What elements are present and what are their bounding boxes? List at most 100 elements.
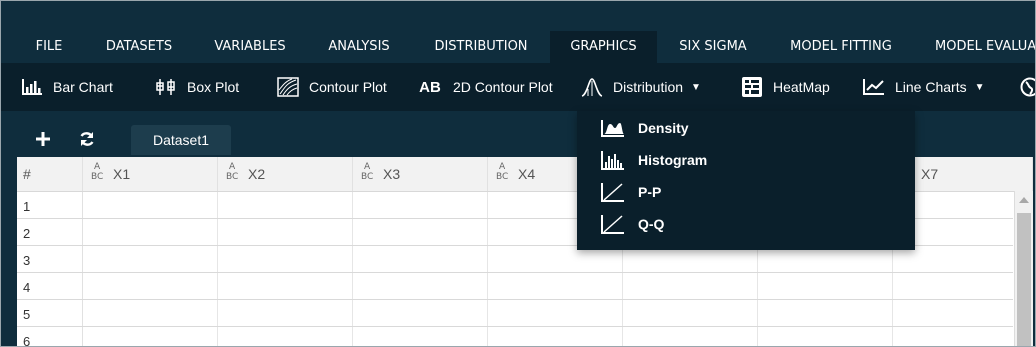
app-window: FILE DATASETS VARIABLES ANALYSIS DISTRIB… xyxy=(1,1,1035,346)
box-plot-icon xyxy=(155,76,177,98)
row-number: 2 xyxy=(17,219,83,245)
column-label: X2 xyxy=(248,166,266,182)
text-type-icon: A BC xyxy=(496,158,514,192)
text-type-icon: A BC xyxy=(91,158,109,192)
table-cell[interactable] xyxy=(218,192,353,218)
table-cell[interactable] xyxy=(758,273,893,299)
table-cell[interactable] xyxy=(623,327,758,346)
2d-contour-icon: AB xyxy=(419,78,441,96)
more-charts-button[interactable] xyxy=(1019,63,1035,111)
table-cell[interactable] xyxy=(83,273,218,299)
table-cell[interactable] xyxy=(353,246,488,272)
table-cell[interactable] xyxy=(623,273,758,299)
svg-text:A: A xyxy=(499,162,506,172)
pp-plot-icon xyxy=(601,181,625,203)
row-number: 6 xyxy=(17,327,83,346)
bar-chart-button[interactable]: Bar Chart xyxy=(21,63,113,111)
table-cell[interactable] xyxy=(83,192,218,218)
table-cell[interactable] xyxy=(83,300,218,326)
row-number-header: # xyxy=(17,157,83,191)
table-cell[interactable] xyxy=(218,300,353,326)
globe-icon xyxy=(1019,76,1035,98)
svg-text:BC: BC xyxy=(361,172,373,180)
table-row: 6 xyxy=(17,327,1013,346)
graphics-toolbar: Bar Chart Box Plot Contour Plot AB 2D Co… xyxy=(1,63,1035,111)
table-cell[interactable] xyxy=(83,219,218,245)
contour-plot-button[interactable]: Contour Plot xyxy=(277,63,387,111)
table-cell[interactable] xyxy=(353,327,488,346)
column-header-x2[interactable]: A BC X2 xyxy=(218,157,353,191)
line-charts-button[interactable]: Line Charts ▼ xyxy=(863,63,985,111)
heatmap-icon xyxy=(741,76,763,98)
top-menu-bar: FILE DATASETS VARIABLES ANALYSIS DISTRIB… xyxy=(1,31,1035,63)
menu-item-label: Histogram xyxy=(638,152,708,168)
table-cell[interactable] xyxy=(488,327,623,346)
menu-item-pp[interactable]: P-P xyxy=(601,178,661,206)
column-label: X7 xyxy=(921,166,939,182)
table-cell[interactable] xyxy=(353,273,488,299)
refresh-button[interactable] xyxy=(67,125,107,153)
svg-text:A: A xyxy=(229,162,236,172)
contour-plot-label: Contour Plot xyxy=(309,79,387,95)
menu-item-label: P-P xyxy=(638,184,662,200)
box-plot-button[interactable]: Box Plot xyxy=(155,63,239,111)
distribution-label: Distribution xyxy=(613,79,684,95)
bar-chart-icon xyxy=(21,76,43,98)
table-row: 3 xyxy=(17,246,1013,273)
distribution-dropdown-menu: Density Histogram P-P Q-Q xyxy=(577,111,915,250)
menu-variables[interactable]: VARIABLES xyxy=(201,31,299,63)
heatmap-label: HeatMap xyxy=(773,79,830,95)
row-number: 5 xyxy=(17,300,83,326)
table-cell[interactable] xyxy=(218,219,353,245)
menu-six-sigma[interactable]: SIX SIGMA xyxy=(665,31,761,63)
distribution-button[interactable]: Distribution ▼ xyxy=(581,63,701,111)
table-cell[interactable] xyxy=(218,246,353,272)
table-cell[interactable] xyxy=(218,273,353,299)
table-cell[interactable] xyxy=(83,246,218,272)
menu-datasets[interactable]: DATASETS xyxy=(93,31,185,63)
plus-icon xyxy=(36,132,50,146)
menu-item-density[interactable]: Density xyxy=(601,114,689,142)
tab-dataset1[interactable]: Dataset1 xyxy=(131,125,231,155)
heatmap-button[interactable]: HeatMap xyxy=(741,63,830,111)
menu-item-qq[interactable]: Q-Q xyxy=(601,210,664,238)
table-cell[interactable] xyxy=(488,300,623,326)
column-label: X1 xyxy=(113,166,131,182)
menu-item-label: Q-Q xyxy=(638,216,665,232)
menu-model-fitting[interactable]: MODEL FITTING xyxy=(777,31,905,63)
column-header-x3[interactable]: A BC X3 xyxy=(353,157,488,191)
bar-chart-label: Bar Chart xyxy=(53,79,113,95)
menu-distribution[interactable]: DISTRIBUTION xyxy=(421,31,541,63)
table-cell[interactable] xyxy=(83,327,218,346)
table-cell[interactable] xyxy=(353,300,488,326)
table-cell[interactable] xyxy=(488,273,623,299)
vertical-scrollbar[interactable] xyxy=(1014,191,1033,346)
text-type-icon: A BC xyxy=(226,158,244,192)
table-cell[interactable] xyxy=(353,192,488,218)
add-dataset-button[interactable] xyxy=(23,125,63,153)
column-label: X4 xyxy=(518,166,536,182)
chevron-down-icon: ▼ xyxy=(691,81,701,93)
scroll-up-arrow-icon[interactable] xyxy=(1019,197,1029,203)
table-cell[interactable] xyxy=(758,327,893,346)
row-number: 4 xyxy=(17,273,83,299)
menu-model-evaluation[interactable]: MODEL EVALUA xyxy=(921,31,1035,63)
qq-plot-icon xyxy=(601,213,625,235)
2d-contour-plot-button[interactable]: AB 2D Contour Plot xyxy=(417,63,552,111)
menu-analysis[interactable]: ANALYSIS xyxy=(315,31,403,63)
text-type-icon: A BC xyxy=(361,158,379,192)
table-cell[interactable] xyxy=(758,300,893,326)
menu-item-label: Density xyxy=(638,120,689,136)
distribution-curve-icon xyxy=(581,76,603,98)
table-cell[interactable] xyxy=(353,219,488,245)
column-header-x1[interactable]: A BC X1 xyxy=(83,157,218,191)
line-chart-icon xyxy=(863,76,885,98)
menu-file[interactable]: FILE xyxy=(21,31,77,63)
row-number: 1 xyxy=(17,192,83,218)
box-plot-label: Box Plot xyxy=(187,79,240,95)
table-cell[interactable] xyxy=(623,300,758,326)
table-cell[interactable] xyxy=(218,327,353,346)
scrollbar-thumb[interactable] xyxy=(1017,213,1031,346)
menu-graphics[interactable]: GRAPHICS xyxy=(550,31,657,63)
menu-item-histogram[interactable]: Histogram xyxy=(601,146,707,174)
